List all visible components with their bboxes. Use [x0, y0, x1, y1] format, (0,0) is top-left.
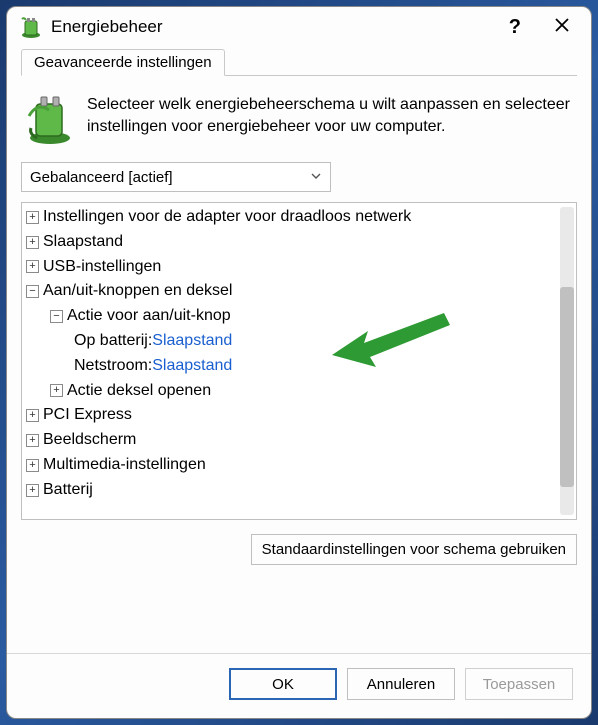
- dialog-footer: OK Annuleren Toepassen: [7, 653, 591, 718]
- expand-icon[interactable]: +: [26, 260, 39, 273]
- tree-node-lid-open-action[interactable]: + Actie deksel openen: [26, 379, 572, 404]
- dropdown-selected-value: Gebalanceerd [actief]: [30, 169, 173, 186]
- apply-button: Toepassen: [465, 668, 573, 700]
- expand-icon[interactable]: +: [26, 409, 39, 422]
- expand-icon[interactable]: +: [26, 484, 39, 497]
- window-title: Energiebeheer: [51, 17, 483, 37]
- settings-tree: + Instellingen voor de adapter voor draa…: [21, 202, 577, 520]
- restore-defaults-button[interactable]: Standaardinstellingen voor schema gebrui…: [251, 534, 577, 565]
- tab-advanced-settings[interactable]: Geavanceerde instellingen: [21, 49, 225, 76]
- chevron-down-icon: [310, 169, 322, 186]
- expand-icon[interactable]: +: [26, 459, 39, 472]
- tree-node-pci-express[interactable]: + PCI Express: [26, 403, 572, 428]
- tree-node-display[interactable]: + Beeldscherm: [26, 428, 572, 453]
- tab-body: Selecteer welk energiebeheerschema u wil…: [7, 76, 591, 653]
- power-plan-icon: [27, 94, 73, 146]
- intro-block: Selecteer welk energiebeheerschema u wil…: [21, 86, 577, 160]
- tree-node-multimedia-settings[interactable]: + Multimedia-instellingen: [26, 453, 572, 478]
- on-battery-value[interactable]: Slaapstand: [152, 329, 232, 354]
- expand-icon[interactable]: +: [26, 211, 39, 224]
- collapse-icon[interactable]: −: [50, 310, 63, 323]
- vertical-scrollbar[interactable]: [560, 207, 574, 515]
- tree-node-power-buttons-lid[interactable]: − Aan/uit-knoppen en deksel: [26, 279, 572, 304]
- intro-text: Selecteer welk energiebeheerschema u wil…: [87, 94, 571, 146]
- power-options-icon: [19, 15, 43, 39]
- titlebar: Energiebeheer ?: [7, 7, 591, 45]
- expand-icon[interactable]: +: [26, 236, 39, 249]
- tree-node-usb-settings[interactable]: + USB-instellingen: [26, 255, 572, 280]
- tab-strip: Geavanceerde instellingen: [21, 49, 577, 76]
- expand-icon[interactable]: +: [26, 434, 39, 447]
- expand-icon[interactable]: +: [50, 384, 63, 397]
- tree-node-battery[interactable]: + Batterij: [26, 478, 572, 503]
- cancel-button[interactable]: Annuleren: [347, 668, 455, 700]
- collapse-icon[interactable]: −: [26, 285, 39, 298]
- tree-node-power-button-action[interactable]: − Actie voor aan/uit-knop: [26, 304, 572, 329]
- tree-leaf-on-battery[interactable]: Op batterij: Slaapstand: [26, 329, 572, 354]
- scrollbar-thumb[interactable]: [560, 287, 574, 487]
- tree-node-wireless-adapter[interactable]: + Instellingen voor de adapter voor draa…: [26, 205, 572, 230]
- ok-button[interactable]: OK: [229, 668, 337, 700]
- tree-leaf-plugged-in[interactable]: Netstroom: Slaapstand: [26, 354, 572, 379]
- plugged-in-value[interactable]: Slaapstand: [152, 354, 232, 379]
- help-button[interactable]: ?: [491, 16, 539, 39]
- close-button[interactable]: [547, 16, 577, 38]
- dialog-window: Energiebeheer ? Geavanceerde instellinge…: [6, 6, 592, 719]
- tree-node-sleep[interactable]: + Slaapstand: [26, 230, 572, 255]
- power-plan-dropdown[interactable]: Gebalanceerd [actief]: [21, 162, 331, 192]
